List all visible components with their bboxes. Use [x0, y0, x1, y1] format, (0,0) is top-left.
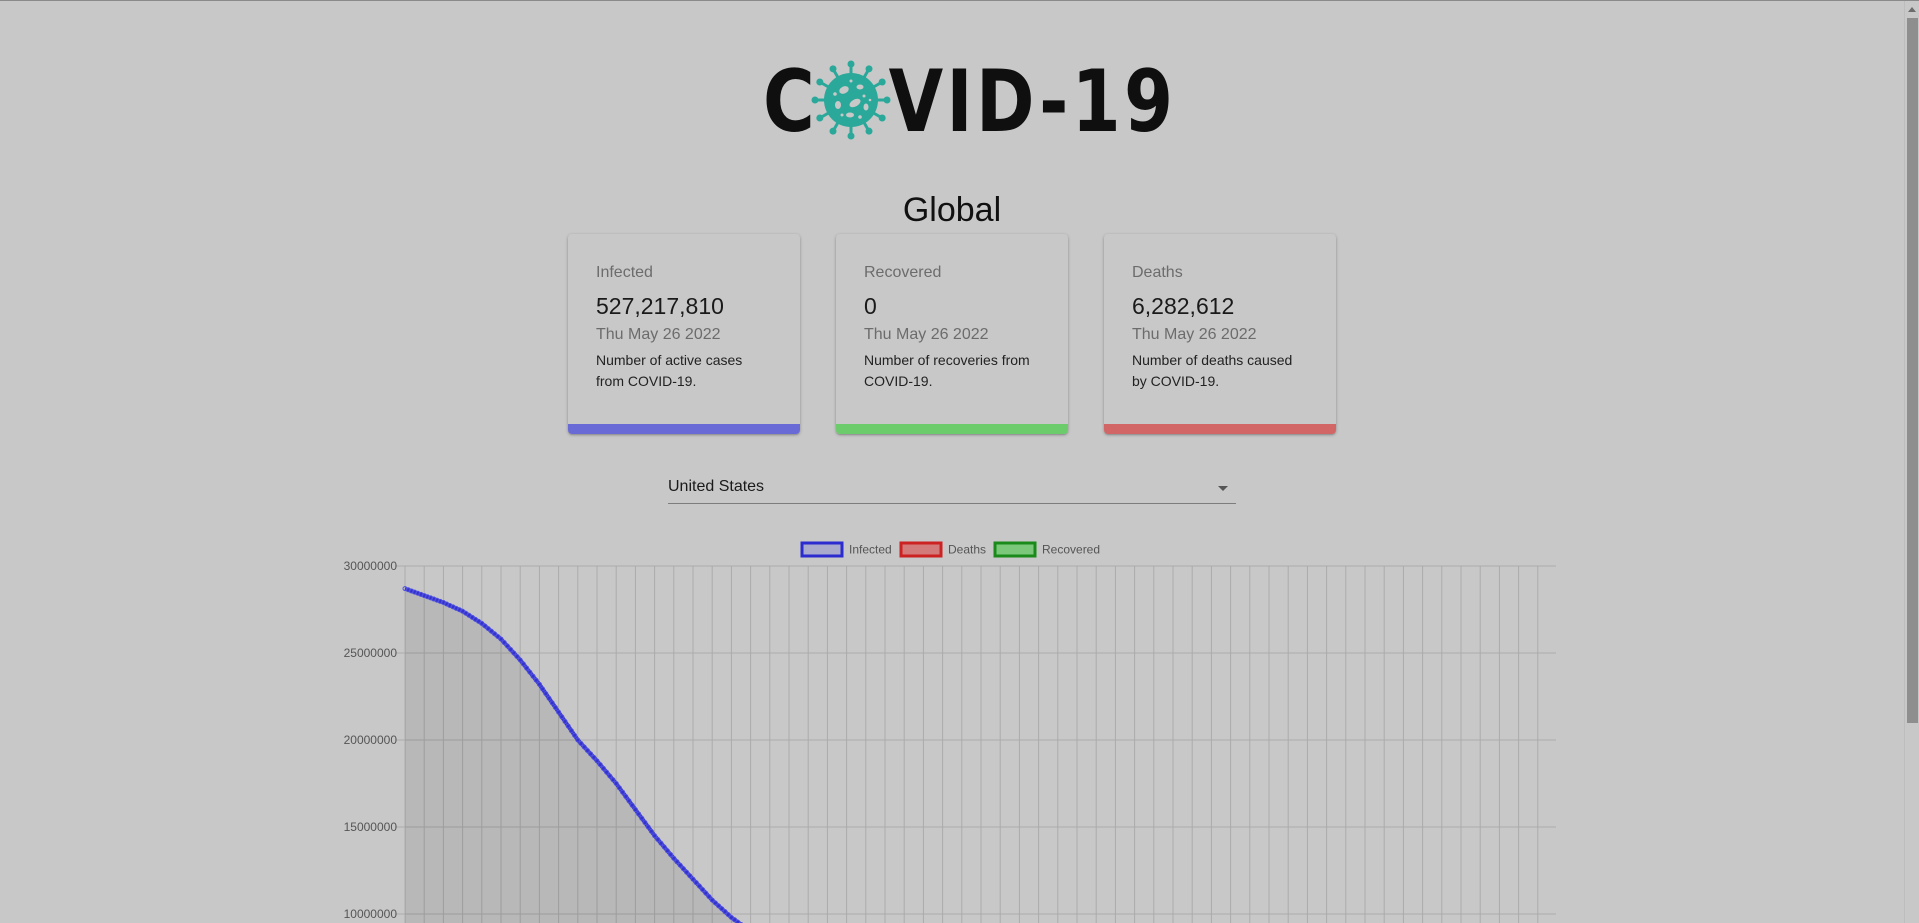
vertical-scrollbar[interactable]: [1904, 1, 1919, 923]
covid-logo: C VID-19: [763, 57, 1173, 147]
virus-spike-tip: [829, 65, 837, 73]
deaths-card: Deaths 6,282,612 Thu May 26 2022 Number …: [1104, 234, 1336, 434]
scroll-up-arrow-icon[interactable]: [1908, 7, 1916, 12]
virus-icon: [811, 60, 891, 140]
legend-label-recovered: Recovered: [1042, 543, 1100, 557]
chevron-down-icon[interactable]: [1218, 486, 1228, 491]
virus-spike-tip: [816, 78, 824, 86]
virus-spike-tip: [811, 96, 819, 104]
card-date: Thu May 26 2022: [864, 326, 989, 343]
scrollbar-thumb[interactable]: [1907, 18, 1918, 723]
recovered-card: Recovered 0 Thu May 26 2022 Number of re…: [836, 234, 1068, 434]
country-select-value: United States: [668, 478, 765, 495]
card-date: Thu May 26 2022: [1132, 326, 1257, 343]
card-description: Number of active cases from COVID-19.: [596, 352, 743, 389]
card-description: Number of recoveries from COVID-19.: [864, 352, 1030, 389]
card-label: Deaths: [1132, 264, 1183, 281]
y-tick-label: 10000000: [344, 907, 398, 921]
legend-swatch-deaths: [899, 541, 943, 558]
virus-spike-tip: [878, 114, 886, 122]
y-tick-label: 20000000: [344, 733, 398, 747]
line-chart: Infected Deaths Recovered 30000000 25000000 2…: [344, 541, 1556, 923]
y-tick-label: 15000000: [344, 820, 398, 834]
card-label: Infected: [596, 264, 653, 281]
card-date: Thu May 26 2022: [596, 326, 721, 343]
virus-spike-tip: [829, 127, 837, 135]
logo-text-rest: VID-19: [888, 52, 1177, 152]
virus-spike-tip: [865, 127, 873, 135]
legend-label-deaths: Deaths: [948, 543, 986, 557]
legend-swatch-recovered: [993, 541, 1037, 558]
infected-card: Infected 527,217,810 Thu May 26 2022 Num…: [568, 234, 800, 434]
region-title: Global: [902, 191, 1002, 229]
virus-spike-tip: [847, 132, 855, 140]
y-tick-label: 30000000: [344, 559, 398, 573]
card-value: 6,282,612: [1132, 293, 1235, 319]
card-value: 0: [864, 293, 877, 319]
legend-swatch-infected: [800, 541, 844, 558]
country-select[interactable]: United States: [668, 475, 1236, 504]
virus-spike-tip: [878, 78, 886, 86]
virus-spike-tip: [816, 114, 824, 122]
y-tick-label: 25000000: [344, 646, 398, 660]
card-label: Recovered: [864, 264, 942, 281]
card-description: Number of deaths caused by COVID-19.: [1132, 352, 1293, 389]
legend-label-infected: Infected: [849, 543, 892, 557]
card-color-bar: [1104, 424, 1336, 434]
virus-spike-tip: [865, 65, 873, 73]
virus-spike-tip: [883, 96, 891, 104]
card-value: 527,217,810: [596, 293, 724, 319]
card-color-bar: [568, 424, 800, 434]
card-color-bar: [836, 424, 1068, 434]
virus-spike-tip: [847, 60, 855, 68]
